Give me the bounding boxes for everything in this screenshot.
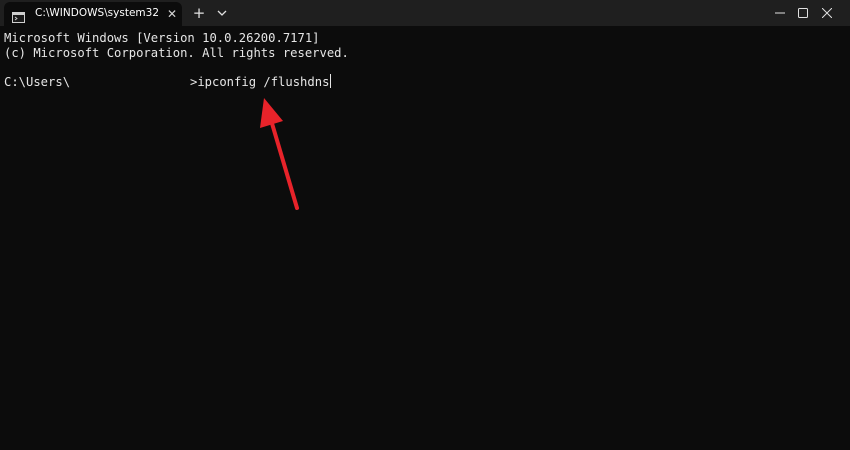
terminal-icon [12, 8, 25, 23]
close-button[interactable] [804, 0, 850, 26]
tab-title: C:\WINDOWS\system32\cmd. [35, 7, 159, 19]
text-cursor [330, 74, 332, 88]
terminal-window: C:\WINDOWS\system32\cmd. ✕ + Microsoft [0, 0, 850, 450]
new-tab-button[interactable]: + [190, 4, 208, 22]
terminal-output[interactable]: Microsoft Windows [Version 10.0.26200.71… [0, 26, 850, 450]
prompt-path: C:\Users\ [4, 75, 71, 89]
title-bar: C:\WINDOWS\system32\cmd. ✕ + [0, 0, 850, 26]
version-line: Microsoft Windows [Version 10.0.26200.71… [4, 31, 320, 45]
close-icon[interactable]: ✕ [165, 6, 179, 22]
copyright-line: (c) Microsoft Corporation. All rights re… [4, 46, 349, 60]
tab-cmd[interactable]: C:\WINDOWS\system32\cmd. ✕ [4, 2, 182, 26]
command-text: >ipconfig /flushdns [190, 75, 330, 89]
close-icon [822, 8, 832, 18]
chevron-down-icon[interactable] [214, 5, 230, 21]
command-input[interactable]: >ipconfig /flushdns [190, 74, 332, 90]
